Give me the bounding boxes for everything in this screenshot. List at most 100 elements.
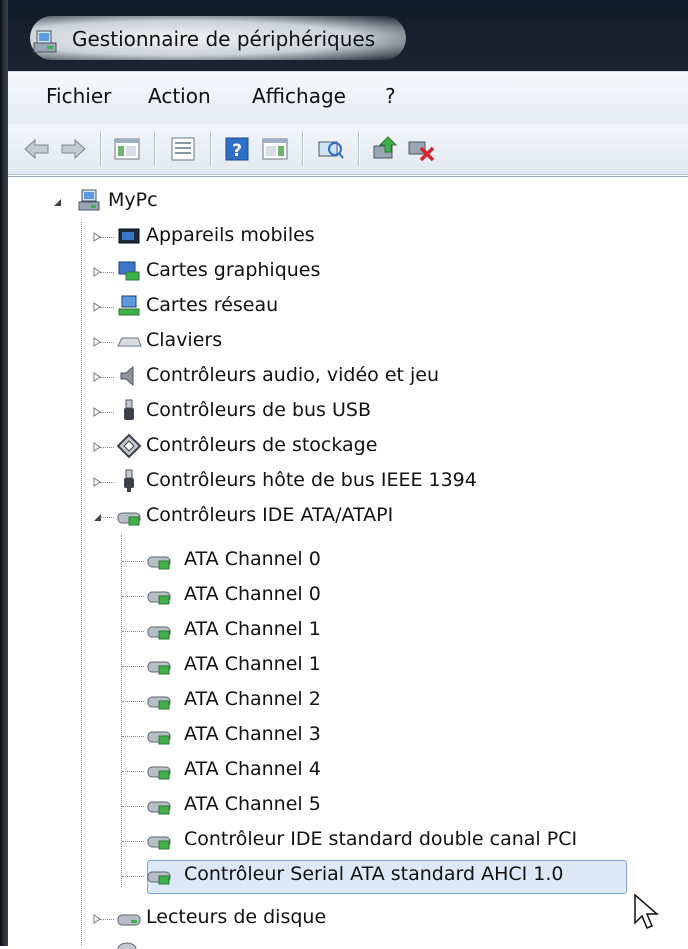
window-title: Gestionnaire de périphériques [72, 27, 376, 51]
tree-line [122, 666, 144, 667]
ide-channel-icon [147, 696, 171, 710]
ide-channel-icon [147, 731, 171, 745]
device-manager-icon [33, 30, 57, 53]
tree-label: ATA Channel 5 [184, 793, 321, 815]
tree-label: Contrôleurs audio, vidéo et jeu [146, 364, 440, 386]
tree-node-device[interactable]: Contrôleur IDE standard double canal PCI [122, 824, 686, 858]
tree-label: Contrôleurs de stockage [146, 434, 378, 456]
tree-line [122, 561, 144, 562]
tree-label: Cartes graphiques [146, 259, 321, 281]
tree-line [100, 307, 114, 308]
toolbar: ? [8, 124, 688, 175]
menu-help[interactable]: ? [385, 84, 396, 108]
tree-node-category[interactable]: Claviers [86, 325, 686, 359]
mobile-device-icon [118, 228, 140, 244]
tree-label: Claviers [146, 329, 223, 351]
tree-line [100, 342, 114, 343]
tree-label: Contrôleurs de bus USB [146, 399, 371, 421]
tree-node-device[interactable]: ATA Channel 4 [122, 754, 686, 788]
toolbar-separator [100, 132, 101, 166]
tree-label: ATA Channel 0 [184, 583, 321, 605]
tree-line [100, 919, 114, 920]
tree-line [100, 237, 114, 238]
tree-node-category[interactable]: Lecteurs de disque [86, 902, 686, 936]
tree-label: ATA Channel 2 [184, 688, 321, 710]
scan-hardware-icon[interactable] [316, 134, 346, 164]
ide-channel-icon [147, 661, 171, 675]
tree-line [122, 876, 144, 877]
toolbar-separator [154, 132, 155, 166]
ide-channel-icon [147, 801, 171, 815]
tree-line [122, 631, 144, 632]
menu-fichier[interactable]: Fichier [46, 84, 111, 108]
computer-icon [78, 189, 100, 211]
tree-node-device[interactable]: ATA Channel 0 [122, 544, 686, 578]
tree-line [122, 736, 144, 737]
device-tree: MyPc Appareils mobiles Cartes graphiques… [8, 176, 688, 949]
svg-text:?: ? [232, 141, 242, 161]
tree-line [100, 447, 114, 448]
ide-channel-icon [147, 766, 171, 780]
tree-node-root[interactable]: MyPc [46, 185, 346, 219]
title-bar[interactable]: Gestionnaire de périphériques [8, 0, 688, 71]
tree-node-category[interactable]: Contrôleurs hôte de bus IEEE 1394 [86, 465, 686, 499]
tree-label: MyPc [108, 189, 158, 211]
ide-channel-icon [147, 556, 171, 570]
tree-node-device[interactable]: ATA Channel 1 [122, 649, 686, 683]
tree-line [100, 517, 114, 518]
sata-controller-icon [147, 871, 171, 885]
tree-node-device[interactable]: ATA Channel 5 [122, 789, 686, 823]
tree-node-category[interactable]: Cartes graphiques [86, 255, 686, 289]
update-driver-icon[interactable] [370, 134, 400, 164]
tree-line [122, 806, 144, 807]
help-icon[interactable]: ? [222, 134, 252, 164]
tree-node-device[interactable]: ATA Channel 0 [122, 579, 686, 613]
action-pane-icon[interactable] [260, 134, 290, 164]
ide-channel-icon [147, 626, 171, 640]
tree-label: Contrôleurs IDE ATA/ATAPI [146, 504, 394, 526]
tree-node-device[interactable]: ATA Channel 2 [122, 684, 686, 718]
back-icon[interactable] [22, 134, 52, 164]
ide-channel-icon [147, 591, 171, 605]
tree-node-category[interactable]: Contrôleurs IDE ATA/ATAPI [86, 500, 686, 534]
menu-action[interactable]: Action [148, 84, 211, 108]
dvd-drive-icon [117, 942, 137, 949]
tree-node-device-selected[interactable]: Contrôleur Serial ATA standard AHCI 1.0 [122, 859, 686, 893]
tree-label: ATA Channel 0 [184, 548, 321, 570]
tree-line [122, 596, 144, 597]
tree-node-category[interactable]: Contrôleurs de bus USB [86, 395, 686, 429]
tree-line [121, 535, 122, 887]
ide-controller-icon [117, 512, 141, 526]
toolbar-separator [302, 132, 303, 166]
tree-node-category[interactable]: Cartes réseau [86, 290, 686, 324]
tree-line [100, 412, 114, 413]
tree-label: Contrôleur IDE standard double canal PCI [184, 828, 578, 850]
tree-line [100, 482, 114, 483]
ide-controller-icon [147, 836, 171, 850]
tree-line [122, 701, 144, 702]
tree-node-category[interactable]: Appareils mobiles [86, 220, 686, 254]
tree-label: ATA Channel 3 [184, 723, 321, 745]
tree-node-category[interactable]: Contrôleurs de stockage [86, 430, 686, 464]
tree-node-device[interactable]: ATA Channel 1 [122, 614, 686, 648]
menu-affichage[interactable]: Affichage [252, 84, 346, 108]
speaker-icon [120, 365, 134, 387]
tree-label: Appareils mobiles [146, 224, 315, 246]
tree-label: Cartes réseau [146, 294, 279, 316]
tree-line [100, 377, 114, 378]
window-left-edge [0, 0, 8, 946]
show-hide-console-tree-icon[interactable] [112, 134, 142, 164]
mouse-cursor-icon [634, 893, 660, 929]
tree-label: Contrôleurs hôte de bus IEEE 1394 [146, 469, 477, 491]
tree-line [81, 222, 82, 945]
collapse-arrow-icon[interactable] [52, 197, 62, 207]
keyboard-icon [117, 337, 142, 347]
display-adapter-icon [118, 261, 140, 281]
tree-node-category[interactable]: Contrôleurs audio, vidéo et jeu [86, 360, 686, 394]
network-adapter-icon [118, 295, 140, 316]
uninstall-device-icon[interactable] [406, 134, 436, 164]
properties-icon[interactable] [168, 134, 198, 164]
forward-icon[interactable] [58, 134, 88, 164]
toolbar-separator [358, 132, 359, 166]
tree-node-device[interactable]: ATA Channel 3 [122, 719, 686, 753]
